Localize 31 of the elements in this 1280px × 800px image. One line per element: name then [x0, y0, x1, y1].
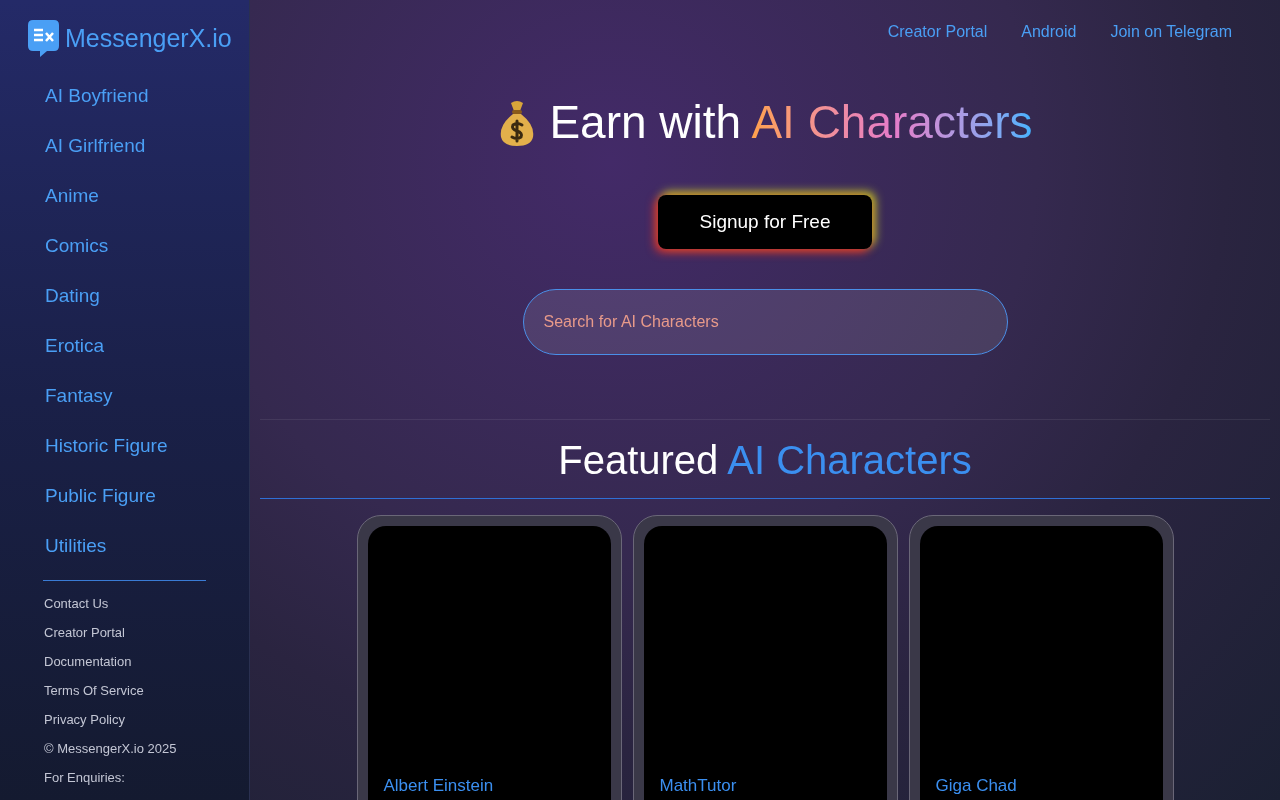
footer-link[interactable]: © MessengerX.io 2025: [44, 739, 249, 758]
signup-button[interactable]: Signup for Free: [658, 195, 872, 249]
category-link[interactable]: Utilities: [0, 521, 249, 572]
footer-link[interactable]: Privacy Policy: [44, 710, 249, 729]
chat-logo-icon: [28, 20, 59, 58]
character-card[interactable]: Albert Einstein: [356, 515, 622, 800]
category-link[interactable]: Public Figure: [0, 471, 249, 522]
nav-link[interactable]: Creator Portal: [887, 20, 988, 44]
character-card[interactable]: Giga Chad: [908, 515, 1174, 800]
search-field[interactable]: Search for AI Characters: [522, 289, 1008, 355]
logo-text: MessengerX.io: [65, 23, 232, 54]
category-link[interactable]: Historic Figure: [0, 421, 249, 472]
category-link[interactable]: Erotica: [0, 321, 249, 372]
category-link[interactable]: AI Boyfriend: [0, 71, 249, 122]
category-link[interactable]: Anime: [0, 171, 249, 222]
category-link[interactable]: Dating: [0, 271, 249, 322]
category-link[interactable]: Fantasy: [0, 371, 249, 422]
section-title: Featured AI Characters: [557, 437, 973, 484]
footer-link[interactable]: Terms Of Service: [44, 681, 249, 700]
character-name: MathTutor: [659, 774, 738, 797]
nav-link[interactable]: Android: [1021, 20, 1077, 44]
category-link[interactable]: AI Girlfriend: [0, 121, 249, 172]
character-name: Giga Chad: [935, 774, 1018, 797]
character-card[interactable]: MathTutor: [632, 515, 898, 800]
character-name: Albert Einstein: [383, 774, 495, 797]
footer-link[interactable]: Contact Us: [44, 594, 249, 613]
nav-link[interactable]: Join on Telegram: [1110, 20, 1232, 44]
footer-link[interactable]: For Enquiries:: [44, 768, 249, 787]
footer-link[interactable]: Creator Portal: [44, 623, 249, 642]
category-link[interactable]: Comics: [0, 221, 249, 272]
footer-link[interactable]: Documentation: [44, 652, 249, 671]
